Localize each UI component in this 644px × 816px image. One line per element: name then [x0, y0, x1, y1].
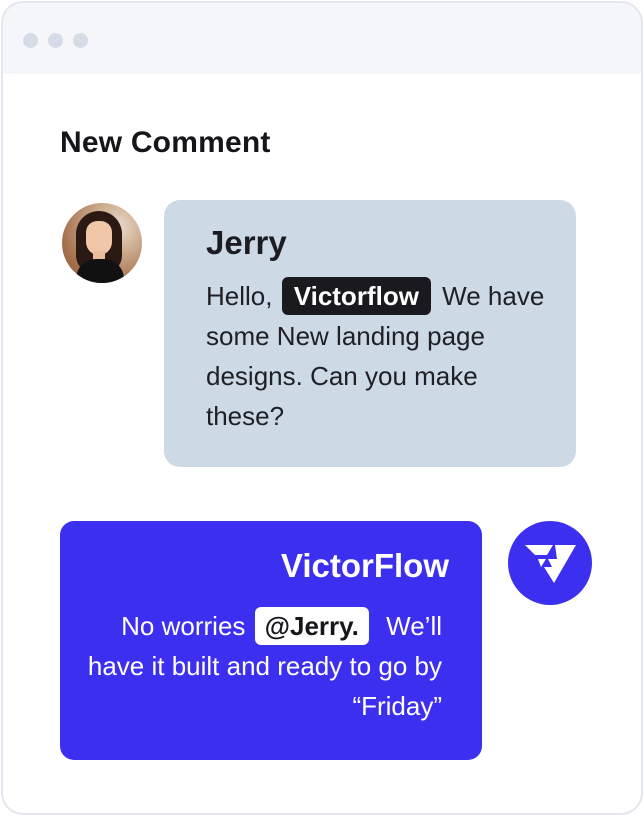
message-text-before: No worries	[121, 611, 246, 641]
avatar[interactable]	[62, 203, 142, 283]
victorflow-logo-icon[interactable]	[508, 521, 592, 605]
avatar-face	[86, 221, 112, 255]
page-title: New Comment	[60, 126, 271, 159]
window-control-dot[interactable]	[48, 33, 63, 48]
window-control-dot[interactable]	[73, 33, 88, 48]
window-titlebar	[3, 3, 641, 74]
mention-tag[interactable]: Victorflow	[281, 277, 431, 315]
message-text-before: Hello,	[206, 281, 273, 311]
logo-mark-icon	[525, 545, 576, 583]
window-control-dot[interactable]	[23, 33, 38, 48]
mention-tag[interactable]: @Jerry.	[254, 607, 369, 645]
message-text: Hello, Victorflow We have some New landi…	[206, 276, 546, 436]
sender-name: Jerry	[206, 224, 287, 261]
outgoing-message-bubble: VictorFlow No worries @Jerry. We’ll have…	[60, 521, 482, 760]
incoming-message-bubble: Jerry Hello, Victorflow We have some New…	[164, 200, 576, 467]
sender-name: VictorFlow	[280, 547, 449, 584]
message-text: No worries @Jerry. We’ll have it built a…	[62, 606, 442, 726]
